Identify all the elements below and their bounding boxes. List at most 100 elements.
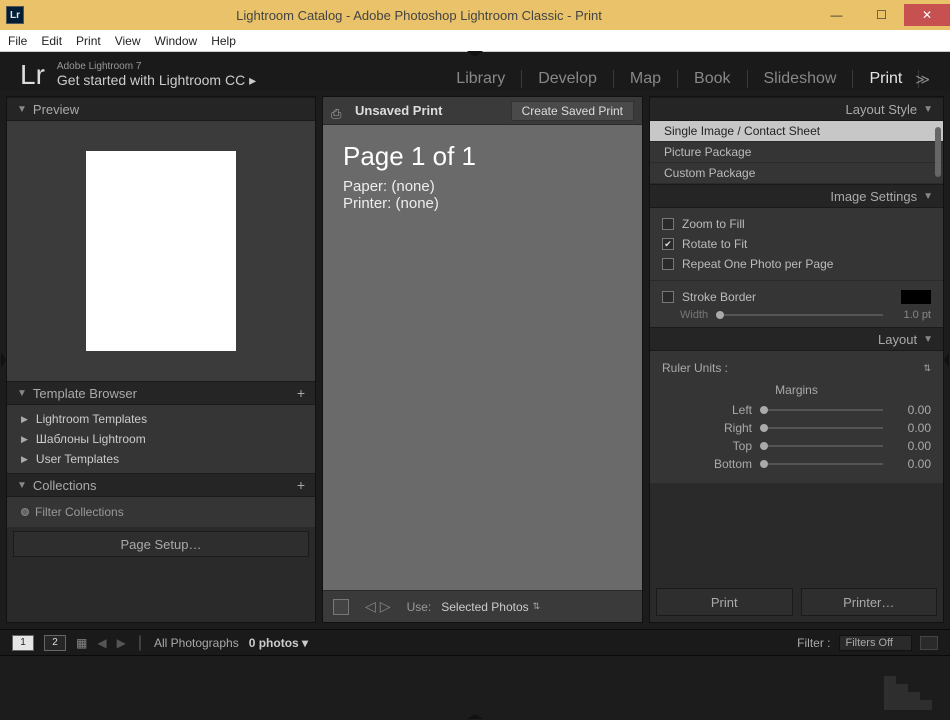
printer-button[interactable]: Printer…: [801, 588, 938, 616]
add-template-icon[interactable]: +: [297, 385, 305, 401]
brand-title[interactable]: Get started with Lightroom CC ▸: [57, 72, 256, 89]
stroke-border-row[interactable]: Stroke Border: [662, 287, 931, 307]
page-indicator: Page 1 of 1: [343, 141, 622, 172]
slider-knob[interactable]: [760, 406, 768, 414]
menu-file[interactable]: File: [8, 34, 27, 48]
collections-title: Collections: [33, 478, 97, 493]
create-saved-print-button[interactable]: Create Saved Print: [511, 101, 634, 121]
margin-value[interactable]: 0.00: [891, 439, 931, 453]
module-slideshow[interactable]: Slideshow: [748, 70, 854, 88]
module-print[interactable]: Print: [853, 70, 919, 88]
grid-icon[interactable]: ▦: [76, 636, 87, 650]
page-setup-button[interactable]: Page Setup…: [13, 531, 309, 557]
margin-slider[interactable]: [760, 463, 883, 465]
slider-knob[interactable]: [760, 424, 768, 432]
add-collection-icon[interactable]: +: [297, 477, 305, 493]
ruler-units-dropdown[interactable]: Ruler Units : ⇅: [662, 357, 931, 379]
preview-panel-header[interactable]: ▼ Preview: [7, 97, 315, 121]
menu-view[interactable]: View: [115, 34, 141, 48]
preview-area: [7, 121, 315, 381]
slider-knob[interactable]: [716, 311, 724, 319]
module-map[interactable]: Map: [614, 70, 678, 88]
collapse-top-icon[interactable]: [467, 51, 483, 57]
filter-label: Filter :: [797, 636, 830, 650]
checkbox[interactable]: [662, 238, 674, 250]
module-library[interactable]: Library: [440, 70, 522, 88]
lightroom-logo: Lr: [20, 59, 45, 91]
menu-help[interactable]: Help: [211, 34, 236, 48]
minimize-button[interactable]: —: [814, 4, 859, 26]
right-panel: Layout Style ▼ Single Image / Contact Sh…: [649, 96, 944, 623]
module-overflow-icon[interactable]: ≫: [915, 71, 930, 88]
zoom-to-fill-row[interactable]: Zoom to Fill: [662, 214, 931, 234]
stroke-color-swatch[interactable]: [901, 290, 931, 304]
paper-info: Paper: (none): [343, 178, 622, 195]
photo-count[interactable]: 0 photos ▾: [249, 636, 308, 650]
image-settings-header[interactable]: Image Settings ▼: [650, 184, 943, 208]
window-title: Lightroom Catalog - Adobe Photoshop Ligh…: [24, 8, 814, 23]
layout-style-item[interactable]: Single Image / Contact Sheet: [650, 121, 943, 142]
nav-forward-icon[interactable]: ▶: [117, 636, 126, 650]
menu-window[interactable]: Window: [155, 34, 198, 48]
next-page-icon[interactable]: ▷: [380, 598, 391, 615]
checkbox[interactable]: [662, 291, 674, 303]
collapse-right-icon[interactable]: [944, 352, 949, 368]
repeat-photo-row[interactable]: Repeat One Photo per Page: [662, 254, 931, 274]
width-slider[interactable]: [716, 314, 883, 316]
prev-page-icon[interactable]: ◁: [365, 598, 376, 615]
margin-slider[interactable]: [760, 427, 883, 429]
menu-print[interactable]: Print: [76, 34, 101, 48]
maximize-button[interactable]: ☐: [859, 4, 904, 26]
module-book[interactable]: Book: [678, 70, 747, 88]
checkbox[interactable]: [662, 258, 674, 270]
menu-edit[interactable]: Edit: [41, 34, 62, 48]
right-scrollbar[interactable]: [934, 127, 942, 582]
screen-mode-1-button[interactable]: 1: [12, 635, 34, 651]
source-label[interactable]: All Photographs: [154, 636, 239, 650]
slider-knob[interactable]: [760, 442, 768, 450]
margin-value[interactable]: 0.00: [891, 403, 931, 417]
triangle-right-icon: ▶: [21, 454, 28, 465]
layout-style-item[interactable]: Custom Package: [650, 163, 943, 184]
screen-mode-2-button[interactable]: 2: [44, 635, 66, 651]
chevron-down-icon: ▼: [17, 480, 27, 491]
scrollbar-thumb[interactable]: [935, 127, 941, 177]
layout-style-item[interactable]: Picture Package: [650, 142, 943, 163]
checkbox[interactable]: [662, 218, 674, 230]
collections-filter[interactable]: Filter Collections: [7, 501, 315, 523]
filter-lock-icon[interactable]: [920, 636, 938, 650]
image-settings-title: Image Settings: [830, 189, 917, 204]
check-label: Rotate to Fit: [682, 237, 747, 251]
layout-style-title: Layout Style: [846, 102, 918, 117]
template-folder[interactable]: ▶Lightroom Templates: [7, 409, 315, 429]
use-dropdown[interactable]: Selected Photos ⇅: [441, 600, 540, 614]
unsaved-print-label: Unsaved Print: [355, 103, 442, 118]
template-browser-header[interactable]: ▼ Template Browser +: [7, 381, 315, 405]
rotate-to-fit-row[interactable]: Rotate to Fit: [662, 234, 931, 254]
nav-back-icon[interactable]: ◀: [97, 636, 106, 650]
print-button[interactable]: Print: [656, 588, 793, 616]
close-button[interactable]: ✕: [904, 4, 950, 26]
collections-header[interactable]: ▼ Collections +: [7, 473, 315, 497]
layout-header[interactable]: Layout ▼: [650, 327, 943, 351]
center-panel: ⎙ Unsaved Print Create Saved Print Page …: [322, 96, 643, 623]
margin-slider[interactable]: [760, 445, 883, 447]
print-job-bar: ⎙ Unsaved Print Create Saved Print: [323, 97, 642, 125]
select-checkbox[interactable]: [333, 599, 349, 615]
left-panel: ▼ Preview ▼ Template Browser + ▶Lightroo…: [6, 96, 316, 623]
template-folder[interactable]: ▶User Templates: [7, 449, 315, 469]
check-label: Repeat One Photo per Page: [682, 257, 833, 271]
layout-style-header[interactable]: Layout Style ▼: [650, 97, 943, 121]
slider-knob[interactable]: [760, 460, 768, 468]
margin-slider[interactable]: [760, 409, 883, 411]
filter-placeholder: Filter Collections: [35, 505, 124, 519]
filter-dropdown[interactable]: Filters Off: [839, 635, 912, 651]
margin-value[interactable]: 0.00: [891, 457, 931, 471]
collapse-bottom-icon[interactable]: [467, 714, 483, 719]
module-picker: Library Develop Map Book Slideshow Print…: [440, 70, 930, 88]
module-develop[interactable]: Develop: [522, 70, 614, 88]
layout-body: Ruler Units : ⇅ Margins Left 0.00 Right …: [650, 351, 943, 483]
collapse-left-icon[interactable]: [1, 352, 6, 368]
template-folder[interactable]: ▶Шаблоны Lightroom: [7, 429, 315, 449]
margin-value[interactable]: 0.00: [891, 421, 931, 435]
